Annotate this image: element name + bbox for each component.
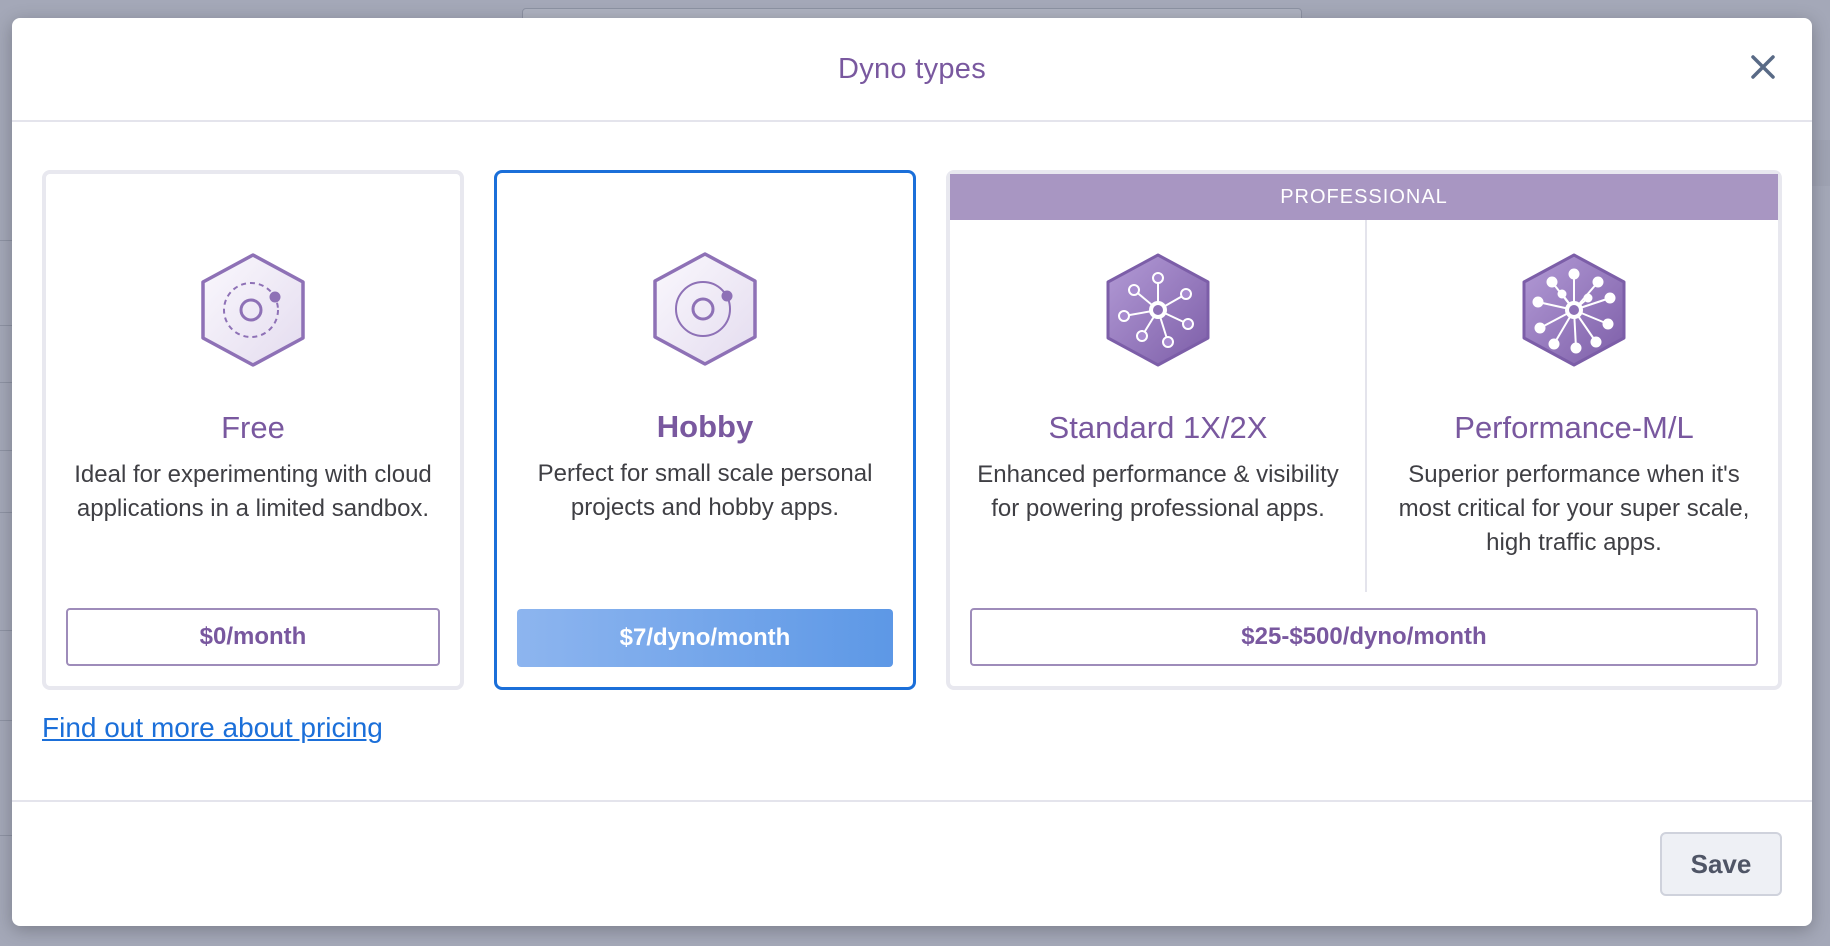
hexagon-network-large-icon — [1522, 253, 1626, 367]
tier-name: Standard 1X/2X — [1048, 410, 1268, 445]
tier-card-hobby[interactable]: Hobby Perfect for small scale personal p… — [494, 170, 916, 690]
modal-header: Dyno types — [12, 18, 1812, 122]
hexagon-orbit-dashed-icon — [201, 253, 305, 367]
dyno-tier-cards: Free Ideal for experimenting with cloud … — [42, 152, 1782, 692]
price-button-professional[interactable]: $25-$500/dyno/month — [970, 608, 1758, 666]
close-icon — [1751, 55, 1775, 79]
dyno-types-modal: Dyno types Free Ideal for experimenting … — [12, 18, 1812, 926]
tier-name: Hobby — [656, 409, 754, 444]
tier-description: Enhanced performance & visibility for po… — [977, 461, 1339, 522]
professional-divider — [1365, 220, 1367, 592]
close-button[interactable] — [1744, 48, 1782, 86]
hexagon-orbit-icon — [653, 252, 757, 366]
tier-description: Superior performance when it's most crit… — [1398, 461, 1750, 556]
tier-description: Ideal for experimenting with cloud appli… — [74, 461, 432, 522]
modal-title: Dyno types — [837, 52, 987, 85]
pricing-link[interactable]: Find out more about pricing — [42, 712, 383, 744]
tier-name: Performance-M/L — [1454, 410, 1694, 445]
tier-card-professional[interactable]: PROFESSIONAL Standard 1X/2X Enhanced per… — [946, 170, 1782, 690]
price-button-hobby[interactable]: $7/dyno/month — [517, 609, 893, 667]
tier-card-free[interactable]: Free Ideal for experimenting with cloud … — [42, 170, 464, 690]
hexagon-network-icon — [1106, 253, 1210, 367]
save-button[interactable]: Save — [1660, 832, 1782, 896]
professional-band: PROFESSIONAL — [950, 174, 1778, 220]
price-button-free[interactable]: $0/month — [66, 608, 440, 666]
background-page-edge — [1812, 140, 1830, 186]
tier-description: Perfect for small scale personal project… — [537, 460, 873, 521]
modal-footer: Save — [12, 800, 1812, 926]
tier-name: Free — [221, 410, 285, 445]
